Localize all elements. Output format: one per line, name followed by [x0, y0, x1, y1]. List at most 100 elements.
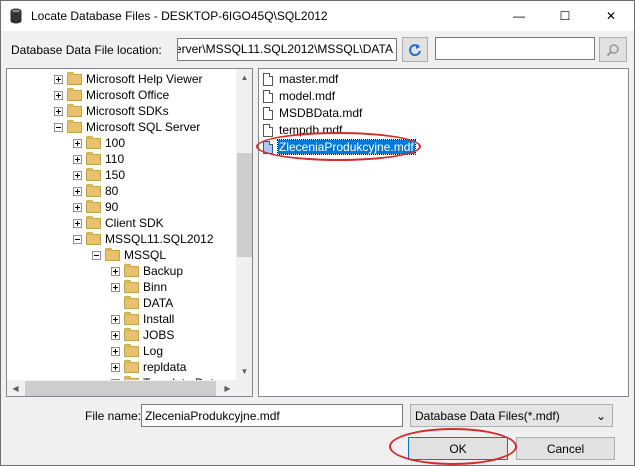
maximize-button[interactable]: ☐ [542, 1, 588, 31]
folder-icon [67, 119, 82, 133]
tree-item-label: Install [143, 312, 175, 326]
tree-item[interactable]: MSSQL11.SQL2012 [73, 231, 214, 247]
tree-item[interactable]: Install [111, 311, 174, 327]
tree-item[interactable]: Microsoft Office [54, 87, 169, 103]
expand-icon[interactable] [111, 362, 120, 372]
locate-database-files-dialog: Locate Database Files - DESKTOP-6IGO45Q\… [0, 0, 635, 466]
tree-item-label: Microsoft Help Viewer [86, 72, 203, 86]
collapse-icon[interactable] [92, 250, 101, 260]
expand-icon[interactable] [73, 170, 82, 180]
collapse-icon[interactable] [73, 234, 82, 244]
title-bar[interactable]: Locate Database Files - DESKTOP-6IGO45Q\… [1, 1, 634, 31]
minimize-button[interactable]: — [496, 1, 542, 31]
file-name-label: File name: [85, 409, 142, 423]
file-name: model.mdf [279, 89, 336, 103]
tree-item[interactable]: Microsoft SDKs [54, 103, 169, 119]
folder-icon [86, 231, 101, 245]
tree-item-label: 80 [105, 184, 119, 198]
close-button[interactable]: ✕ [588, 1, 634, 31]
tree-item-label: Microsoft Office [86, 88, 170, 102]
tree-item[interactable]: DATA [111, 295, 173, 311]
expand-icon[interactable] [73, 138, 82, 148]
file-icon [263, 140, 273, 154]
tree-item-label: Backup [143, 264, 184, 278]
file-type-select[interactable]: Database Data Files(*.mdf) ⌄ [410, 404, 613, 427]
expand-icon[interactable] [111, 330, 120, 340]
file-list[interactable]: master.mdf model.mdf MSDBData.mdf tempdb.md… [258, 68, 629, 397]
maximize-icon: ☐ [559, 9, 571, 23]
tree-item-label: DATA [143, 296, 174, 310]
folder-icon [124, 311, 139, 325]
folder-icon [67, 71, 82, 85]
tree-item-label: 110 [105, 152, 125, 166]
file-name: tempdb.mdf [279, 123, 343, 137]
collapse-icon[interactable] [54, 122, 63, 132]
tree-item[interactable]: Microsoft SQL Server [54, 119, 200, 135]
vertical-scroll-thumb[interactable] [237, 153, 252, 257]
refresh-button[interactable] [402, 37, 428, 62]
search-input[interactable] [435, 37, 595, 60]
file-list-item[interactable]: master.mdf [263, 71, 339, 87]
tree-horizontal-scrollbar[interactable]: ◀ ▶ [7, 380, 236, 396]
tree-item[interactable]: repldata [111, 359, 186, 375]
tree-item-label: Microsoft SQL Server [86, 120, 201, 134]
horizontal-scroll-thumb[interactable] [25, 381, 216, 396]
tree-item[interactable]: 150 [73, 167, 125, 183]
expand-icon[interactable] [111, 314, 120, 324]
tree-item[interactable]: Log [111, 343, 163, 359]
scroll-up-icon[interactable]: ▲ [236, 69, 252, 86]
tree-item-label: 100 [105, 136, 126, 150]
tree-item[interactable]: Backup [111, 263, 183, 279]
expand-icon[interactable] [54, 106, 63, 116]
search-button[interactable] [599, 37, 627, 62]
expand-icon[interactable] [111, 346, 120, 356]
scroll-left-icon[interactable]: ◀ [7, 380, 24, 396]
tree-item-label: Client SDK [105, 216, 164, 230]
database-icon [10, 8, 22, 24]
file-list-item[interactable]: MSDBData.mdf [263, 105, 363, 121]
location-label: Database Data File location: [11, 43, 162, 57]
file-list-item[interactable]: tempdb.mdf [263, 122, 343, 138]
expand-icon[interactable] [73, 218, 82, 228]
ok-button[interactable]: OK [408, 437, 508, 460]
folder-icon [105, 247, 120, 261]
expand-icon[interactable] [73, 154, 82, 164]
scroll-down-icon[interactable]: ▼ [236, 363, 252, 380]
folder-icon [86, 151, 101, 165]
expand-icon[interactable] [54, 74, 63, 84]
folder-icon [86, 167, 101, 181]
tree-item[interactable]: Microsoft Help Viewer [54, 71, 202, 87]
folder-icon [124, 343, 139, 357]
cancel-button[interactable]: Cancel [516, 437, 615, 460]
tree-vertical-scrollbar[interactable]: ▲ ▼ [236, 69, 252, 380]
tree-item[interactable]: Client SDK [73, 215, 164, 231]
expand-icon[interactable] [73, 186, 82, 196]
expand-icon[interactable] [111, 266, 120, 276]
expand-icon[interactable] [111, 282, 120, 292]
folder-icon [124, 279, 139, 293]
expand-icon[interactable] [73, 202, 82, 212]
tree-item-label: 90 [105, 200, 119, 214]
tree-item-label: Microsoft SDKs [86, 104, 169, 118]
tree-item[interactable]: 100 [73, 135, 125, 151]
tree-item[interactable]: JOBS [111, 327, 174, 343]
location-input[interactable]: C:\Program Files\Microsoft SQL Server\MS… [177, 38, 397, 61]
expand-icon[interactable] [54, 90, 63, 100]
folder-icon [86, 135, 101, 149]
file-list-item[interactable]: model.mdf [263, 88, 336, 104]
scroll-right-icon[interactable]: ▶ [219, 380, 236, 396]
tree-item[interactable]: 110 [73, 151, 124, 167]
tree-item-label: repldata [143, 360, 187, 374]
tree-item[interactable]: 80 [73, 183, 118, 199]
window-title: Locate Database Files - DESKTOP-6IGO45Q\… [31, 9, 328, 23]
tree-item-label: MSSQL11.SQL2012 [105, 232, 214, 246]
tree-item[interactable]: Binn [111, 279, 167, 295]
file-list-item[interactable]: ZleceniaProdukcyjne.mdf [263, 139, 416, 155]
folder-icon [86, 199, 101, 213]
tree-item[interactable]: MSSQL [92, 247, 166, 263]
file-name: ZleceniaProdukcyjne.mdf [277, 139, 416, 155]
tree-item-label: 150 [105, 168, 126, 182]
tree-item[interactable]: 90 [73, 199, 118, 215]
folder-tree[interactable]: Microsoft Help Viewer Microsoft Office Mic… [6, 68, 253, 397]
file-name-input[interactable]: ZleceniaProdukcyjne.mdf [141, 404, 403, 427]
